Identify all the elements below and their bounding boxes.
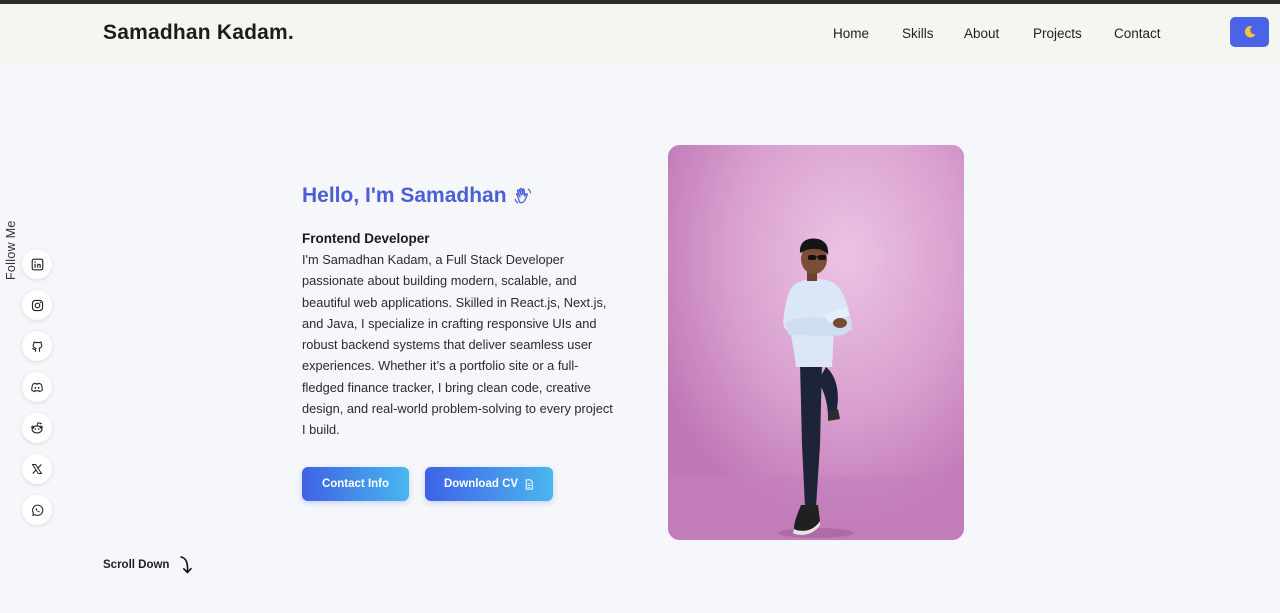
nav-link-projects[interactable]: Projects	[1033, 26, 1082, 41]
instagram-link[interactable]	[22, 290, 52, 320]
navbar: Samadhan Kadam. Home Skills About Projec…	[0, 4, 1280, 65]
reddit-link[interactable]	[22, 413, 52, 443]
download-cv-button[interactable]: Download CV	[425, 467, 553, 501]
theme-toggle-button[interactable]	[1230, 17, 1269, 47]
nav-link-home[interactable]: Home	[833, 26, 869, 41]
nav-link-skills[interactable]: Skills	[902, 26, 934, 41]
whatsapp-icon	[31, 504, 43, 516]
hero-greeting: Hello, I'm Samadhan	[302, 184, 533, 208]
moon-icon	[1244, 26, 1256, 38]
hero-role: Frontend Developer	[302, 231, 430, 246]
contact-info-button[interactable]: Contact Info	[302, 467, 409, 501]
reddit-icon	[31, 422, 43, 434]
contact-info-label: Contact Info	[321, 478, 390, 490]
document-icon	[525, 478, 533, 490]
download-cv-label: Download CV	[443, 478, 519, 490]
hero-description: I'm Samadhan Kadam, a Full Stack Develop…	[302, 252, 613, 438]
scroll-down-indicator[interactable]: Scroll Down	[103, 554, 197, 576]
discord-link[interactable]	[22, 372, 52, 402]
linkedin-icon	[31, 258, 43, 270]
profile-illustration	[668, 145, 964, 540]
nav-link-contact[interactable]: Contact	[1114, 26, 1161, 41]
curved-arrow-down-icon	[180, 556, 193, 574]
waving-hand-icon	[514, 187, 531, 204]
discord-icon	[31, 382, 43, 392]
x-icon	[31, 463, 43, 475]
nav-link-about[interactable]: About	[964, 26, 999, 41]
hero-greeting-text: Hello, I'm Samadhan	[302, 184, 507, 207]
linkedin-link[interactable]	[22, 249, 52, 279]
scroll-down-label: Scroll Down	[103, 559, 170, 571]
follow-me-label: Follow Me	[4, 220, 18, 280]
profile-photo	[668, 145, 964, 540]
site-logo[interactable]: Samadhan Kadam.	[103, 21, 294, 45]
github-link[interactable]	[22, 331, 52, 361]
whatsapp-link[interactable]	[22, 495, 52, 525]
github-icon	[31, 341, 42, 352]
x-link[interactable]	[22, 454, 52, 484]
instagram-icon	[31, 299, 43, 311]
